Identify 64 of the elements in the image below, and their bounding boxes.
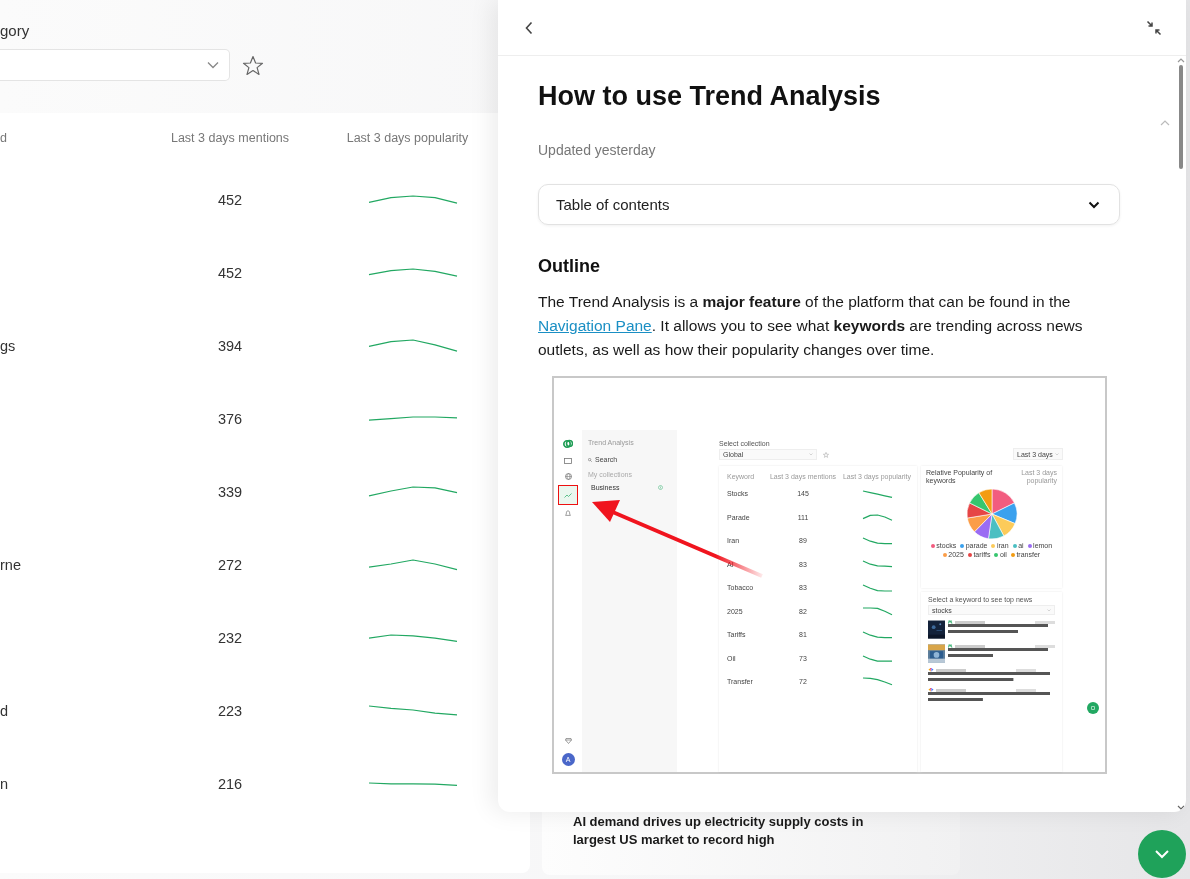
collapse-icon[interactable]: [1146, 19, 1162, 36]
source-icon: [928, 668, 934, 672]
monitor-icon[interactable]: [564, 458, 572, 464]
table-cell-text: 452: [216, 191, 244, 208]
chat-icon: [1091, 706, 1095, 710]
pie-chart-drawing: [965, 488, 1018, 540]
trend-icon[interactable]: [564, 492, 572, 498]
logo-icon: [563, 439, 573, 449]
source-icon: [948, 620, 953, 624]
chevron-down-icon: [1088, 200, 1100, 209]
scroll-up-icon[interactable]: [1177, 58, 1185, 63]
column-header: d: [0, 131, 8, 145]
table-cell-text: 232: [216, 629, 244, 646]
table-cell-text: 223: [216, 702, 244, 719]
updated-text: Updated yesterday: [538, 141, 657, 159]
scroll-down-button[interactable]: [1138, 830, 1186, 878]
info-icon[interactable]: [658, 485, 663, 490]
column-header: Last 3 days popularity: [345, 131, 470, 145]
sparkline: [861, 583, 893, 592]
article-title: How to use Trend Analysis: [538, 80, 882, 113]
dropdown-label: Table of contents: [556, 196, 670, 213]
sparkline: [861, 654, 893, 662]
chat-button[interactable]: [1087, 702, 1099, 714]
link[interactable]: Navigation Pane: [538, 317, 652, 334]
caret-up-icon[interactable]: [1160, 120, 1170, 126]
sparkline: [861, 677, 893, 687]
star-icon[interactable]: [823, 451, 829, 458]
table-cell-text: 339: [216, 483, 244, 500]
chevron-down-icon: [1055, 452, 1059, 456]
table-cell-text: gs: [0, 337, 17, 354]
sparkline: [861, 513, 893, 521]
sparkline: [861, 489, 893, 498]
table-cell-text: n: [0, 775, 10, 792]
chevron-down-icon: [809, 453, 813, 456]
table-of-contents-dropdown[interactable]: Table of contents: [538, 184, 1120, 225]
table-cell-text: rne: [0, 556, 22, 573]
chevron-down-icon: [1154, 849, 1170, 859]
chevron-down-icon: [207, 61, 219, 69]
paragraph: The Trend Analysis is a major feature of the platform that can be found in the Navigation Pane. It allows you to see what keywords are trending across news outlets, as well as how their popularity changes over time.: [538, 292, 1084, 360]
back-icon[interactable]: [524, 20, 534, 35]
scroll-down-icon[interactable]: [1177, 805, 1185, 810]
source-icon: [948, 644, 953, 648]
news-title[interactable]: AI demand drives up electricity supply costs in largest US market to record high: [573, 813, 903, 849]
table-cell-text: 216: [216, 775, 244, 792]
diamond-icon[interactable]: [564, 738, 572, 744]
table-cell-text: 272: [216, 556, 244, 573]
scrollbar-thumb[interactable]: [1179, 65, 1183, 169]
bell-icon[interactable]: [565, 510, 571, 517]
sparkline: [861, 536, 893, 545]
table-cell-text: 394: [216, 337, 244, 354]
table-cell-text: d: [0, 702, 10, 719]
field-label: gory: [0, 22, 31, 40]
section-heading: Outline: [538, 255, 601, 277]
sparkline: [861, 560, 893, 569]
search-icon: [588, 457, 592, 462]
star-icon[interactable]: [242, 54, 264, 76]
source-icon: [928, 688, 934, 692]
table-cell-text: 452: [216, 264, 244, 281]
sparkline: [861, 606, 893, 616]
table-cell-text: 376: [216, 410, 244, 427]
sparkline: [861, 630, 893, 639]
column-header: Last 3 days mentions: [169, 131, 291, 145]
chevron-down-icon: [1047, 608, 1051, 612]
globe-icon[interactable]: [564, 473, 572, 480]
